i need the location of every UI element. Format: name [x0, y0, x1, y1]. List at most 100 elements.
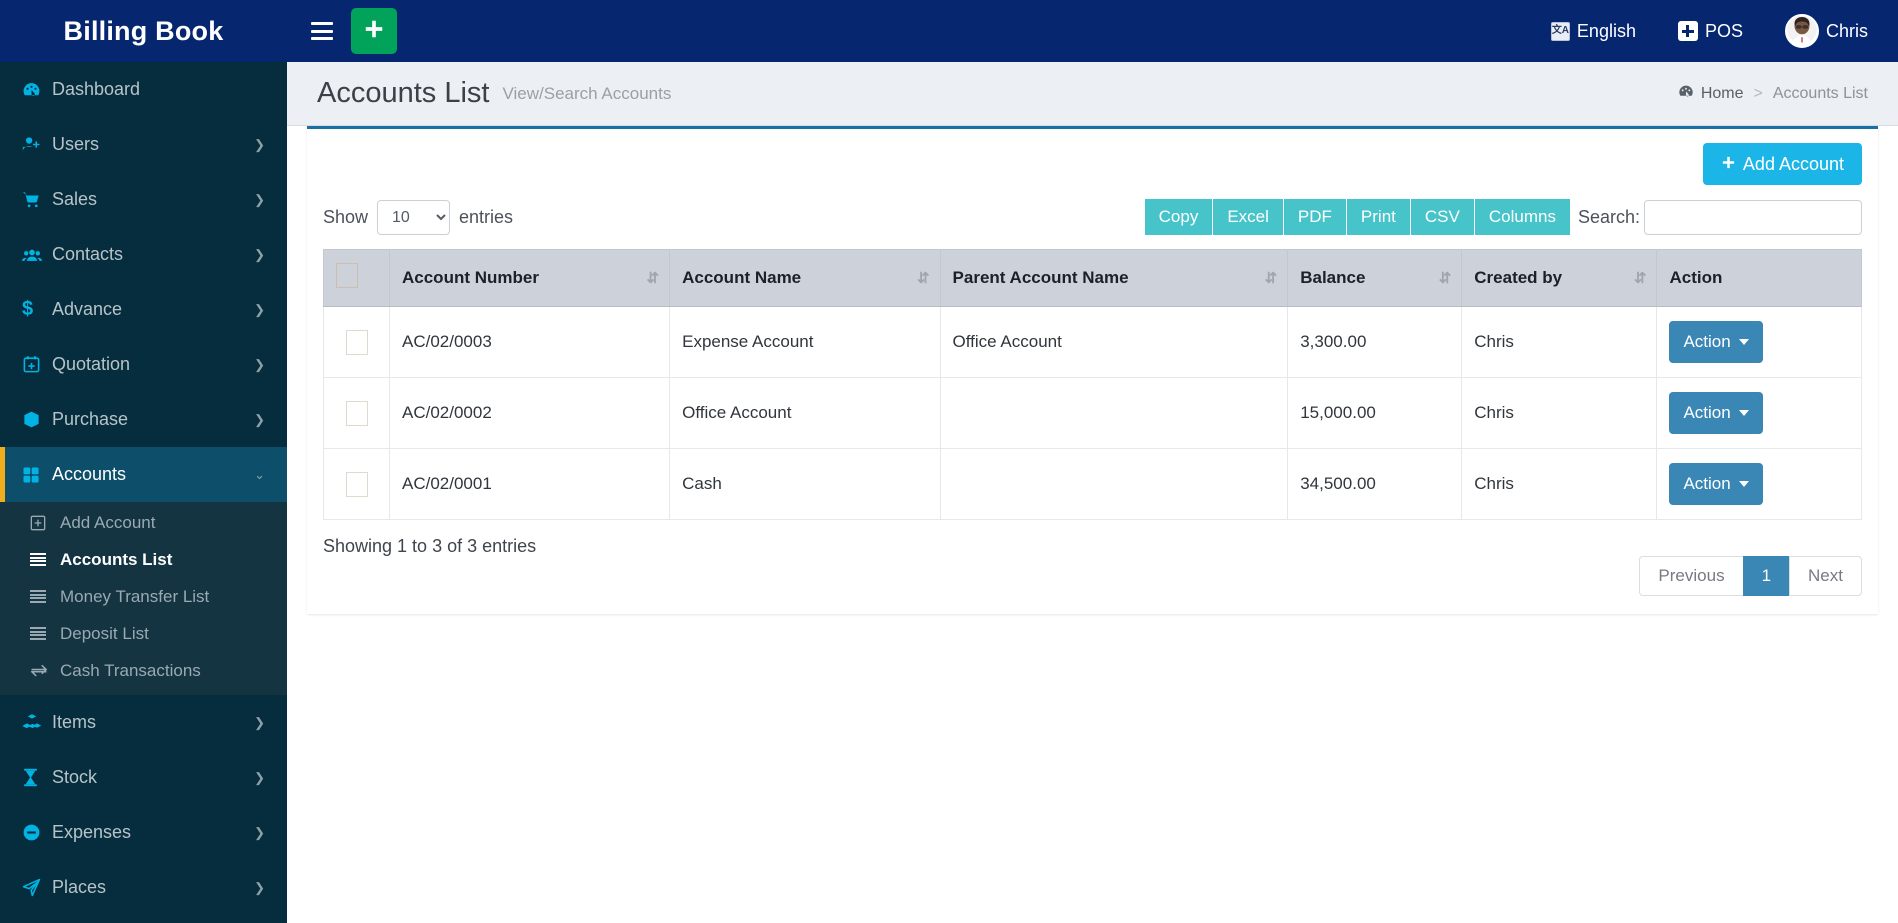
cell-action: Action — [1656, 448, 1862, 520]
minus-circle-icon — [22, 823, 52, 842]
select-all-checkbox[interactable] — [336, 263, 358, 288]
action-label: Action — [1683, 474, 1731, 493]
sidebar-item-contacts[interactable]: Contacts ❯ — [0, 227, 287, 282]
sidebar-item-accounts[interactable]: Accounts ⌄ — [0, 447, 287, 502]
cell-action: Action — [1656, 306, 1862, 378]
sidebar-item-dashboard[interactable]: Dashboard — [0, 62, 287, 117]
language-icon: 文A — [1550, 21, 1570, 41]
cell-action: Action — [1656, 377, 1862, 449]
table-controls: Show 102550100 entries Copy Excel PDF Pr… — [323, 199, 1862, 235]
csv-button[interactable]: CSV — [1410, 199, 1475, 235]
column-account-name[interactable]: Account Name ⇵ — [669, 249, 941, 307]
column-action: Action — [1656, 249, 1862, 307]
sidebar-item-items[interactable]: Items ❯ — [0, 695, 287, 750]
column-label: Parent Account Name — [952, 268, 1129, 287]
header-left-controls — [287, 8, 397, 54]
sidebar-item-expenses[interactable]: Expenses ❯ — [0, 805, 287, 860]
search-label: Search: — [1577, 206, 1640, 227]
sidebar-item-label: Sales — [52, 189, 98, 209]
action-dropdown-button[interactable]: Action — [1669, 463, 1763, 505]
row-checkbox[interactable] — [345, 471, 368, 497]
show-entries-control: Show 102550100 entries — [323, 199, 513, 235]
search-input[interactable] — [1644, 199, 1862, 235]
sidebar-subitem-label: Cash Transactions — [60, 660, 201, 680]
column-parent-account-name[interactable]: Parent Account Name ⇵ — [939, 249, 1289, 307]
language-selector[interactable]: 文A English — [1550, 21, 1636, 42]
cell-parent-account-name — [939, 448, 1289, 520]
cell-account-number: AC/02/0002 — [388, 377, 671, 449]
action-dropdown-button[interactable]: Action — [1669, 392, 1763, 434]
breadcrumb: Home > Accounts List — [1678, 83, 1868, 104]
list-icon — [30, 627, 60, 640]
action-label: Action — [1683, 403, 1731, 422]
app-brand: Billing Book — [0, 0, 287, 62]
hamburger-icon[interactable] — [311, 22, 333, 40]
sidebar-item-label: Accounts — [52, 464, 127, 484]
sidebar-item-stock[interactable]: Stock ❯ — [0, 750, 287, 805]
paper-plane-icon — [22, 878, 52, 897]
row-checkbox[interactable] — [345, 400, 368, 426]
sidebar-item-users[interactable]: Users ❯ — [0, 117, 287, 172]
sidebar-item-sales[interactable]: Sales ❯ — [0, 172, 287, 227]
table-body: AC/02/0003 Expense Account Office Accoun… — [323, 306, 1862, 520]
sidebar-subitem-add-account[interactable]: Add Account — [0, 504, 287, 541]
excel-button[interactable]: Excel — [1213, 199, 1284, 235]
sidebar-item-quotation[interactable]: Quotation ❯ — [0, 337, 287, 392]
sidebar-subitem-cash-transactions[interactable]: Cash Transactions — [0, 652, 287, 689]
cell-balance: 3,300.00 — [1287, 306, 1463, 378]
list-icon — [30, 553, 60, 566]
column-balance[interactable]: Balance ⇵ — [1287, 249, 1463, 307]
user-name: Chris — [1825, 20, 1868, 41]
export-buttons: Copy Excel PDF Print CSV Columns — [1144, 199, 1570, 235]
sidebar-item-label: Items — [52, 712, 97, 732]
sort-icon: ⇵ — [1264, 270, 1278, 287]
show-label: Show — [323, 206, 369, 227]
column-account-number[interactable]: Account Number ⇵ — [388, 249, 671, 307]
column-label: Balance — [1300, 268, 1366, 287]
table-row: AC/02/0001 Cash 34,500.00 Chris Action — [323, 448, 1862, 520]
caret-down-icon — [1738, 410, 1749, 416]
sidebar-item-places[interactable]: Places ❯ — [0, 860, 287, 915]
main-content: Accounts List View/Search Accounts Home … — [287, 62, 1898, 923]
action-dropdown-button[interactable]: Action — [1669, 321, 1763, 363]
copy-button[interactable]: Copy — [1144, 199, 1214, 235]
print-button[interactable]: Print — [1346, 199, 1411, 235]
table-right-controls: Copy Excel PDF Print CSV Columns Search: — [1144, 199, 1862, 235]
table-row: AC/02/0002 Office Account 15,000.00 Chri… — [323, 377, 1862, 449]
sidebar-item-advance[interactable]: $ Advance ❯ — [0, 282, 287, 337]
chevron-down-icon: ⌄ — [254, 466, 265, 482]
quick-add-button[interactable] — [351, 8, 397, 54]
header-right-controls: 文A English POS Chris — [1550, 14, 1898, 48]
cell-created-by: Chris — [1461, 448, 1658, 520]
sidebar-item-label: Users — [52, 134, 100, 154]
sidebar-subitem-accounts-list[interactable]: Accounts List — [0, 541, 287, 578]
sidebar-subitem-label: Money Transfer List — [60, 586, 210, 606]
page-title: Accounts List — [317, 77, 490, 109]
pagination-previous[interactable]: Previous — [1639, 556, 1743, 596]
user-menu[interactable]: Chris — [1784, 14, 1868, 48]
sidebar-item-label: Quotation — [52, 354, 131, 374]
table-header-row: Account Number ⇵ Account Name ⇵ Parent A… — [323, 249, 1862, 307]
pagination-next[interactable]: Next — [1789, 556, 1862, 596]
column-label: Action — [1669, 268, 1723, 287]
plus-square-icon — [30, 515, 60, 531]
pagination-page-1[interactable]: 1 — [1742, 556, 1790, 596]
chevron-right-icon: ❯ — [254, 191, 265, 207]
column-created-by[interactable]: Created by ⇵ — [1461, 249, 1658, 307]
entries-select[interactable]: 102550100 — [377, 199, 451, 235]
sidebar-item-label: Places — [52, 877, 107, 897]
users-icon — [22, 135, 52, 154]
pos-link[interactable]: POS — [1677, 21, 1743, 42]
columns-button[interactable]: Columns — [1474, 199, 1570, 235]
sidebar-subitem-deposit-list[interactable]: Deposit List — [0, 615, 287, 652]
pdf-button[interactable]: PDF — [1283, 199, 1347, 235]
row-checkbox[interactable] — [345, 329, 368, 355]
chevron-right-icon: ❯ — [254, 301, 265, 317]
sidebar-item-purchase[interactable]: Purchase ❯ — [0, 392, 287, 447]
accounts-panel: Add Account Show 102550100 entries Copy … — [307, 126, 1878, 614]
sidebar: Dashboard Users ❯ Sales ❯ Contacts ❯ $ A… — [0, 62, 287, 923]
breadcrumb-current: Accounts List — [1772, 84, 1868, 102]
sidebar-subitem-money-transfer-list[interactable]: Money Transfer List — [0, 578, 287, 615]
add-account-button[interactable]: Add Account — [1702, 143, 1862, 185]
breadcrumb-home[interactable]: Home — [1678, 83, 1744, 104]
